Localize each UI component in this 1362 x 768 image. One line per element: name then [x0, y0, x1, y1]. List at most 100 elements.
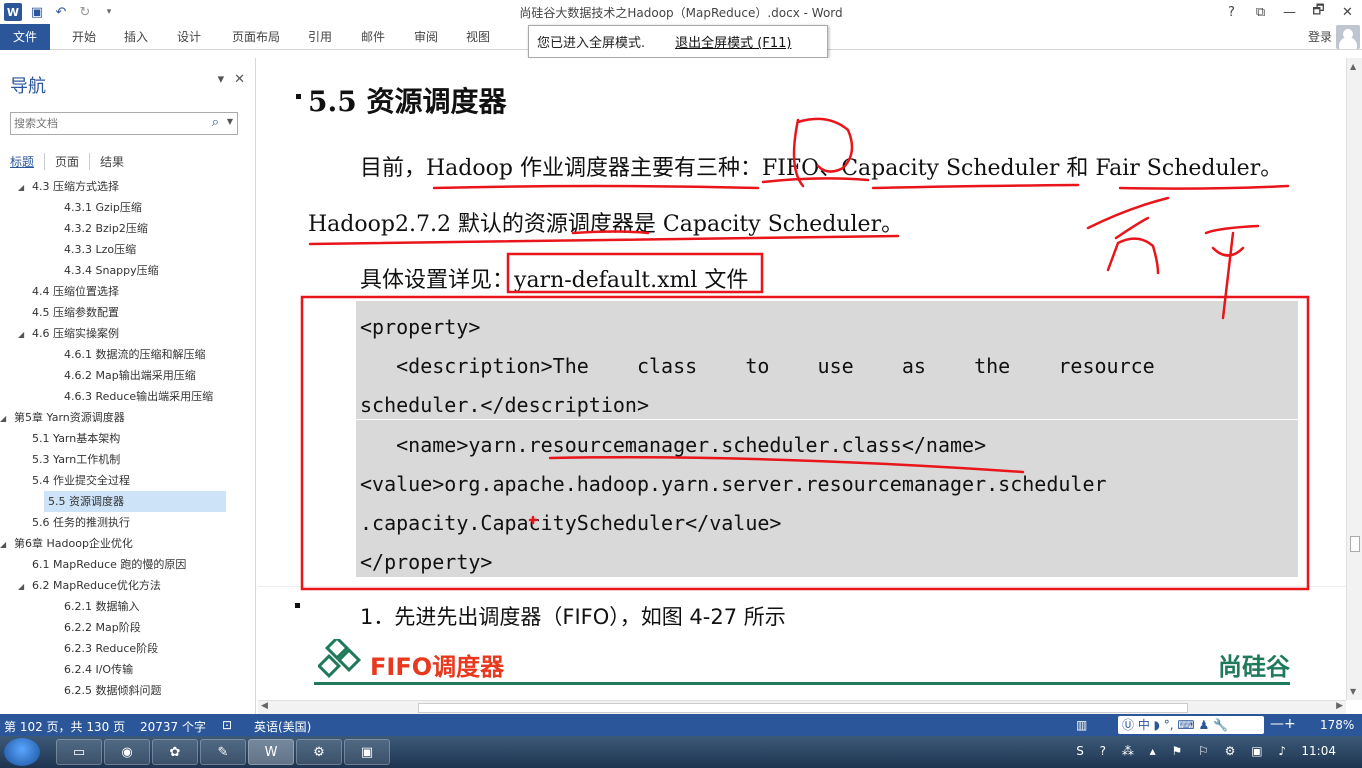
window-title: 尚硅谷大数据技术之Hadoop（MapReduce）.docx - Word: [519, 6, 843, 20]
ribbon-display-icon[interactable]: ⧉: [1246, 0, 1275, 24]
scroll-left-icon[interactable]: ◀: [261, 701, 268, 711]
nav-tab-headings[interactable]: 标题: [10, 153, 46, 170]
tab-design[interactable]: 设计: [167, 24, 211, 50]
restore-icon[interactable]: 🗗: [1304, 0, 1333, 24]
code-line: .capacity.CapacityScheduler</value>: [360, 511, 782, 535]
windows-taskbar: ▭ ◉ ✿ ✎ W ⚙ ▣ S ? ⁂ ▴ ⚑ ⚐ ⚙ ▣ ♪ 11:04: [0, 736, 1362, 768]
settings-app-icon[interactable]: ⚙: [296, 739, 342, 765]
nav-options-icon[interactable]: ▾: [218, 72, 225, 87]
fifo-banner: FIFO调度器 尚硅谷: [314, 637, 1290, 685]
read-mode-icon[interactable]: ▥: [1076, 718, 1087, 732]
nav-heading-item[interactable]: ◢ 4.6 压缩实操案例: [0, 323, 119, 344]
nav-heading-item[interactable]: 4.6.1 数据流的压缩和解压缩: [0, 344, 206, 365]
horizontal-scroll-thumb[interactable]: [418, 703, 1188, 713]
nav-heading-item[interactable]: ◢ 4.3 压缩方式选择: [0, 178, 119, 197]
zoom-slider[interactable]: —+: [1270, 716, 1296, 732]
nav-heading-label: 5.5 资源调度器: [48, 495, 124, 508]
nav-heading-item[interactable]: 5.3 Yarn工作机制: [0, 449, 120, 470]
nav-heading-item[interactable]: 4.3.1 Gzip压缩: [0, 197, 142, 218]
scroll-down-icon[interactable]: ▼: [1350, 687, 1356, 696]
paragraph-schedulers: 目前，Hadoop 作业调度器主要有三种：FIFO、Capacity Sched…: [360, 156, 1283, 181]
proofing-icon[interactable]: ⊡: [222, 718, 232, 732]
nav-heading-item[interactable]: 6.2.3 Reduce阶段: [0, 638, 158, 659]
language-indicator[interactable]: 英语(美国): [254, 718, 311, 735]
nav-heading-label: 5.1 Yarn基本架构: [32, 432, 121, 445]
nav-heading-item[interactable]: ◢ 第5章 Yarn资源调度器: [0, 407, 125, 428]
window-app-icon[interactable]: ▣: [344, 739, 390, 765]
nav-heading-item[interactable]: 5.6 任务的推测执行: [0, 512, 130, 533]
nav-heading-label: 5.4 作业提交全过程: [32, 474, 130, 487]
nav-heading-item[interactable]: 4.5 压缩参数配置: [0, 302, 119, 323]
start-button[interactable]: [4, 738, 40, 766]
tab-insert[interactable]: 插入: [114, 24, 158, 50]
expand-arrow-icon[interactable]: ◢: [0, 408, 10, 429]
undo-icon[interactable]: ↶: [52, 3, 70, 21]
word-taskbar-icon[interactable]: W: [248, 739, 294, 765]
nav-heading-item[interactable]: 6.2.5 数据倾斜问题: [0, 680, 162, 701]
vertical-scrollbar[interactable]: ▲ ▼: [1346, 58, 1362, 700]
page-count[interactable]: 第 102 页，共 130 页: [4, 718, 125, 735]
tab-review[interactable]: 审阅: [404, 24, 448, 50]
next-page-section: 1．先进先出调度器（FIFO），如图 4-27 所示 FIFO调度器 尚硅谷: [258, 586, 1346, 700]
app-icon[interactable]: ✿: [152, 739, 198, 765]
tab-file[interactable]: 文件: [0, 24, 50, 50]
section-heading: 5.5 资源调度器: [308, 85, 507, 118]
expand-arrow-icon[interactable]: ◢: [18, 324, 28, 345]
scroll-right-icon[interactable]: ▶: [1336, 701, 1343, 711]
search-input[interactable]: [11, 113, 201, 134]
nav-heading-item[interactable]: 4.4 压缩位置选择: [0, 281, 119, 302]
nav-heading-item[interactable]: 4.3.3 Lzo压缩: [0, 239, 136, 260]
close-icon[interactable]: ✕: [1333, 0, 1362, 24]
tab-mailings[interactable]: 邮件: [351, 24, 395, 50]
zoom-level[interactable]: 178%: [1320, 718, 1354, 732]
nav-heading-item[interactable]: 5.5 资源调度器: [44, 491, 226, 512]
search-icon[interactable]: ⌕: [212, 115, 219, 130]
tab-references[interactable]: 引用: [298, 24, 342, 50]
nav-heading-item[interactable]: 5.4 作业提交全过程: [0, 470, 130, 491]
nav-heading-item[interactable]: 4.6.2 Map输出端采用压缩: [0, 365, 196, 386]
expand-arrow-icon[interactable]: ◢: [18, 178, 28, 198]
ime-toolbar[interactable]: Ⓤ 中 ◗ °, ⌨ ♟ 🔧: [1118, 716, 1264, 734]
chrome-icon[interactable]: ◉: [104, 739, 150, 765]
nav-close-icon[interactable]: ✕: [234, 72, 245, 87]
help-icon[interactable]: ?: [1217, 0, 1246, 24]
search-dropdown-icon[interactable]: ▼: [227, 117, 233, 126]
nav-tab-pages[interactable]: 页面: [45, 153, 91, 170]
minimize-icon[interactable]: —: [1275, 0, 1304, 24]
redo-icon[interactable]: ↻: [76, 3, 94, 21]
tab-home[interactable]: 开始: [62, 24, 106, 50]
tab-layout[interactable]: 页面布局: [226, 24, 286, 50]
exit-fullscreen-link[interactable]: 退出全屏模式 (F11): [675, 32, 791, 51]
nav-tab-results[interactable]: 结果: [90, 153, 134, 170]
expand-arrow-icon[interactable]: ◢: [18, 576, 28, 597]
customize-icon[interactable]: ▾: [100, 3, 118, 21]
nav-heading-item[interactable]: 6.2.1 数据输入: [0, 596, 140, 617]
tab-view[interactable]: 视图: [456, 24, 500, 50]
nav-heading-item[interactable]: 4.3.4 Snappy压缩: [0, 260, 159, 281]
nav-search-box: ⌕ ▼: [10, 112, 238, 135]
horizontal-scrollbar[interactable]: ◀ ▶: [258, 700, 1346, 714]
avatar[interactable]: [1336, 25, 1360, 49]
nav-heading-item[interactable]: 6.1 MapReduce 跑的慢的原因: [0, 554, 186, 575]
code-line: <property>: [360, 315, 481, 339]
nav-heading-label: 6.2.4 I/O传输: [64, 663, 134, 676]
vertical-scroll-thumb[interactable]: [1350, 536, 1360, 552]
login-link[interactable]: 登录: [1308, 24, 1332, 50]
nav-heading-item[interactable]: 5.1 Yarn基本架构: [0, 428, 120, 449]
word-logo-icon: W: [4, 3, 22, 21]
clock[interactable]: 11:04: [1301, 744, 1336, 758]
scroll-up-icon[interactable]: ▲: [1350, 62, 1356, 71]
save-icon[interactable]: ▣: [28, 3, 46, 21]
document-canvas[interactable]: 5.5 资源调度器 目前，Hadoop 作业调度器主要有三种：FIFO、Capa…: [258, 58, 1346, 700]
nav-heading-item[interactable]: 6.2.4 I/O传输: [0, 659, 133, 680]
word-count[interactable]: 20737 个字: [140, 718, 206, 735]
nav-heading-item[interactable]: ◢ 6.2 MapReduce优化方法: [0, 575, 161, 596]
notepad-icon[interactable]: ✎: [200, 739, 246, 765]
expand-arrow-icon[interactable]: ◢: [0, 534, 10, 555]
nav-heading-item[interactable]: 6.2.2 Map阶段: [0, 617, 141, 638]
explorer-icon[interactable]: ▭: [56, 739, 102, 765]
nav-heading-item[interactable]: 4.3.2 Bzip2压缩: [0, 218, 148, 239]
nav-heading-item[interactable]: 4.6.3 Reduce输出端采用压缩: [0, 386, 213, 407]
nav-heading-item[interactable]: ◢ 第6章 Hadoop企业优化: [0, 533, 133, 554]
system-tray[interactable]: S ? ⁂ ▴ ⚑ ⚐ ⚙ ▣ ♪: [1076, 744, 1292, 758]
